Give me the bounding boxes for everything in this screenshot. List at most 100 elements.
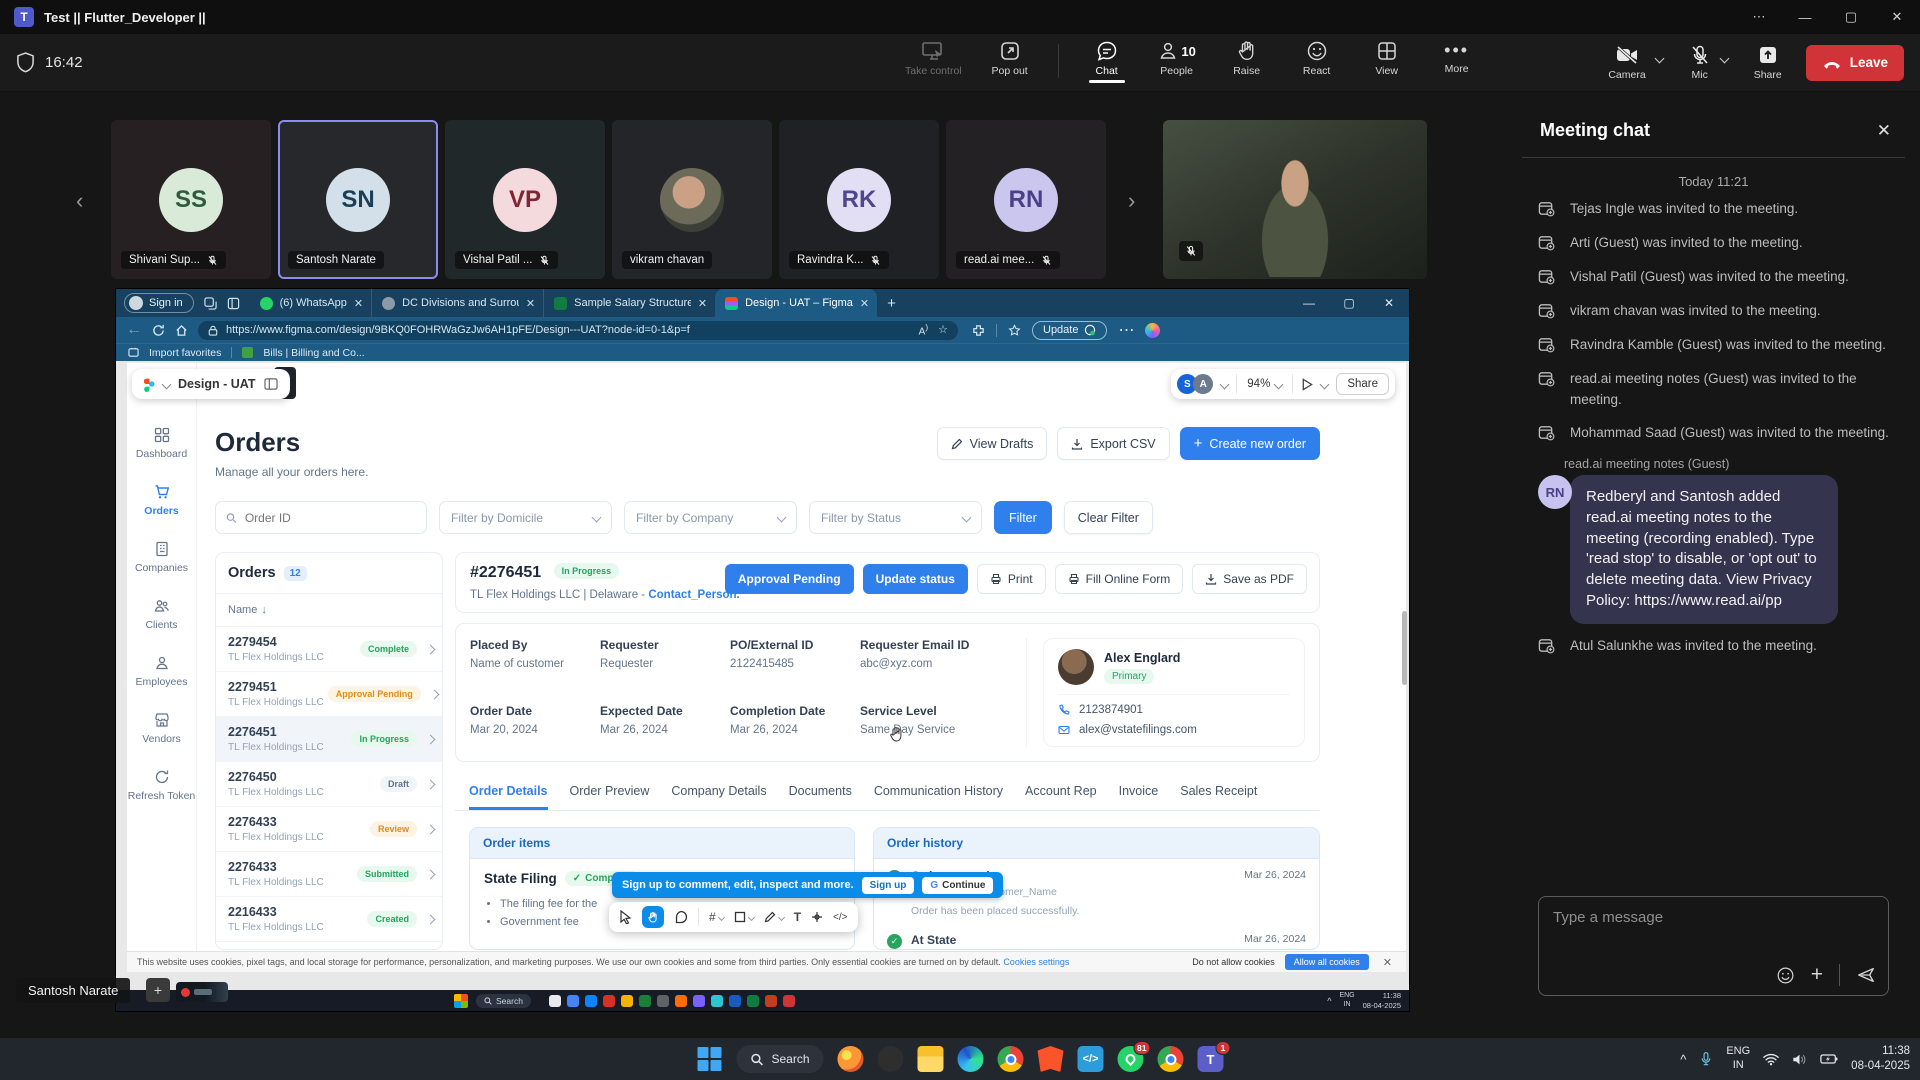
signup-button[interactable]: Sign up bbox=[862, 877, 915, 894]
presenter-add-button[interactable]: + bbox=[146, 978, 170, 1002]
favorite-star-icon[interactable]: ☆ bbox=[938, 323, 948, 336]
leave-button[interactable]: Leave bbox=[1806, 45, 1904, 81]
tray-chevron-icon[interactable]: ^ bbox=[1680, 1052, 1686, 1067]
browser-close-icon[interactable]: ✕ bbox=[1369, 289, 1409, 317]
move-tool-icon[interactable] bbox=[619, 910, 632, 924]
order-row[interactable]: 2276450TL Flex Holdings LLCDraft bbox=[216, 762, 442, 807]
order-row[interactable]: 2279454TL Flex Holdings LLCComplete bbox=[216, 627, 442, 672]
bookmark-link[interactable]: Bills | Billing and Co... bbox=[263, 347, 364, 359]
update-status-button[interactable]: Update status bbox=[863, 564, 968, 594]
language-indicator[interactable]: ENGIN bbox=[1726, 1045, 1750, 1073]
figma-share-button[interactable]: Share bbox=[1336, 373, 1389, 395]
tray-mic-icon[interactable] bbox=[1699, 1051, 1713, 1067]
people-button[interactable]: 10 People bbox=[1155, 40, 1199, 83]
order-row[interactable]: 2279451TL Flex Holdings LLCApproval Pend… bbox=[216, 672, 442, 717]
start-button[interactable] bbox=[696, 1046, 722, 1072]
browser-tab-active[interactable]: Design - UAT – Figma✕ bbox=[715, 289, 877, 317]
tab-invoice[interactable]: Invoice bbox=[1119, 784, 1159, 810]
share-button[interactable]: Share bbox=[1754, 44, 1782, 81]
vscode-icon[interactable]: </> bbox=[1078, 1046, 1104, 1072]
view-button[interactable]: View bbox=[1365, 40, 1409, 83]
present-chevron[interactable] bbox=[1320, 379, 1330, 389]
order-id-search[interactable] bbox=[215, 501, 427, 534]
participant-tile[interactable]: VP Vishal Patil ... bbox=[445, 120, 605, 279]
tab-order-details[interactable]: Order Details bbox=[469, 784, 548, 810]
present-icon[interactable] bbox=[1301, 378, 1313, 391]
contact-email[interactable]: alex@vstatefilings.com bbox=[1079, 724, 1197, 736]
view-drafts-button[interactable]: View Drafts bbox=[937, 427, 1048, 460]
tiles-scroll-right-icon[interactable]: › bbox=[1128, 188, 1135, 214]
close-tab-icon[interactable]: ✕ bbox=[860, 297, 869, 310]
address-bar[interactable]: https://www.figma.com/design/9BKQ0FOHRWa… bbox=[198, 321, 958, 340]
chrome-alt-icon[interactable] bbox=[1158, 1046, 1184, 1072]
send-icon[interactable] bbox=[1856, 965, 1876, 985]
collaborator-avatar[interactable]: A bbox=[1193, 374, 1213, 394]
browser-tab[interactable]: Sample Salary Structure with calc✕ bbox=[543, 289, 715, 317]
close-tab-icon[interactable]: ✕ bbox=[354, 297, 363, 310]
pen-tool-icon[interactable] bbox=[764, 911, 784, 923]
shared-language-indicator[interactable]: ENGIN bbox=[1339, 992, 1354, 1009]
order-id-input[interactable] bbox=[245, 511, 416, 525]
browser-menu-icon[interactable]: ⋯ bbox=[1118, 320, 1134, 340]
tab-sales-receipt[interactable]: Sales Receipt bbox=[1180, 784, 1257, 810]
new-tab-icon[interactable]: + bbox=[887, 295, 896, 312]
frame-tool-icon[interactable]: # bbox=[709, 910, 724, 924]
order-row[interactable]: 2216433TL Flex Holdings LLCCreated bbox=[216, 897, 442, 942]
figma-logo-icon[interactable] bbox=[144, 376, 155, 392]
name-column-header[interactable]: Name↓ bbox=[216, 594, 442, 627]
browser-tab[interactable]: (6) WhatsApp✕ bbox=[250, 289, 371, 317]
google-continue-button[interactable]: GContinue bbox=[922, 877, 993, 894]
minimize-button[interactable]: — bbox=[1782, 0, 1828, 34]
cookie-close-icon[interactable]: ✕ bbox=[1379, 956, 1396, 969]
chrome-icon[interactable] bbox=[998, 1046, 1024, 1072]
allow-cookies-button[interactable]: Allow all cookies bbox=[1285, 954, 1369, 970]
workspaces-icon[interactable] bbox=[204, 297, 217, 310]
edge-icon[interactable] bbox=[958, 1046, 984, 1072]
text-tool-icon[interactable]: T bbox=[794, 910, 801, 924]
app-icon-dark[interactable] bbox=[878, 1046, 904, 1072]
whatsapp-icon[interactable]: 81 bbox=[1118, 1046, 1144, 1072]
sidebar-item-orders[interactable]: Orders bbox=[127, 478, 196, 523]
sidebar-item-refresh-token[interactable]: Refresh Token bbox=[127, 763, 196, 808]
contact-phone[interactable]: 2123874901 bbox=[1079, 704, 1143, 716]
filter-button[interactable]: Filter bbox=[994, 501, 1052, 534]
tab-documents[interactable]: Documents bbox=[789, 784, 852, 810]
wifi-icon[interactable] bbox=[1763, 1053, 1779, 1066]
firefox-icon[interactable] bbox=[838, 1046, 864, 1072]
battery-icon[interactable] bbox=[1820, 1053, 1838, 1065]
participant-tile[interactable]: SS Shivani Sup... bbox=[111, 120, 271, 279]
shared-search-box[interactable]: Search bbox=[476, 994, 531, 1008]
volume-icon[interactable] bbox=[1792, 1053, 1807, 1066]
filter-company-select[interactable]: Filter by Company bbox=[624, 501, 797, 534]
sidebar-item-dashboard[interactable]: Dashboard bbox=[127, 421, 196, 466]
tab-communication-history[interactable]: Communication History bbox=[874, 784, 1003, 810]
order-row-selected[interactable]: 2276451TL Flex Holdings LLCIn Progress bbox=[216, 717, 442, 762]
browser-tab[interactable]: DC Divisions and Surroundings✕ bbox=[371, 289, 543, 317]
refresh-icon[interactable] bbox=[152, 324, 165, 337]
attach-plus-icon[interactable]: + bbox=[1811, 963, 1823, 987]
file-explorer-icon[interactable] bbox=[918, 1046, 944, 1072]
chat-close-icon[interactable]: ✕ bbox=[1877, 121, 1891, 141]
order-row[interactable]: 2276433TL Flex Holdings LLCReview bbox=[216, 807, 442, 852]
mic-button[interactable]: Mic bbox=[1689, 44, 1711, 81]
copilot-icon[interactable] bbox=[1145, 323, 1160, 338]
back-icon[interactable]: ← bbox=[126, 321, 142, 339]
close-tab-icon[interactable]: ✕ bbox=[698, 297, 707, 310]
extensions-icon[interactable] bbox=[972, 324, 985, 337]
maximize-button[interactable]: ▢ bbox=[1828, 0, 1874, 34]
vertical-tabs-icon[interactable] bbox=[227, 297, 240, 310]
print-button[interactable]: Print bbox=[977, 564, 1046, 594]
collaborators-chevron[interactable] bbox=[1220, 379, 1230, 389]
tiles-scroll-left-icon[interactable]: ‹ bbox=[76, 188, 83, 214]
file-menu-chevron[interactable] bbox=[162, 379, 172, 389]
shared-clock[interactable]: 11:3808-04-2025 bbox=[1363, 991, 1401, 1010]
tab-company-details[interactable]: Company Details bbox=[671, 784, 766, 810]
home-icon[interactable] bbox=[175, 324, 188, 337]
read-aloud-icon[interactable]: A) bbox=[919, 322, 928, 337]
camera-button[interactable]: Camera bbox=[1608, 44, 1645, 81]
chat-button[interactable]: Chat bbox=[1085, 40, 1129, 83]
save-as-pdf-button[interactable]: Save as PDF bbox=[1192, 564, 1307, 594]
close-button[interactable]: ✕ bbox=[1874, 0, 1920, 34]
dev-mode-icon[interactable]: </> bbox=[833, 912, 847, 923]
page-scrollbar[interactable] bbox=[1402, 611, 1407, 685]
